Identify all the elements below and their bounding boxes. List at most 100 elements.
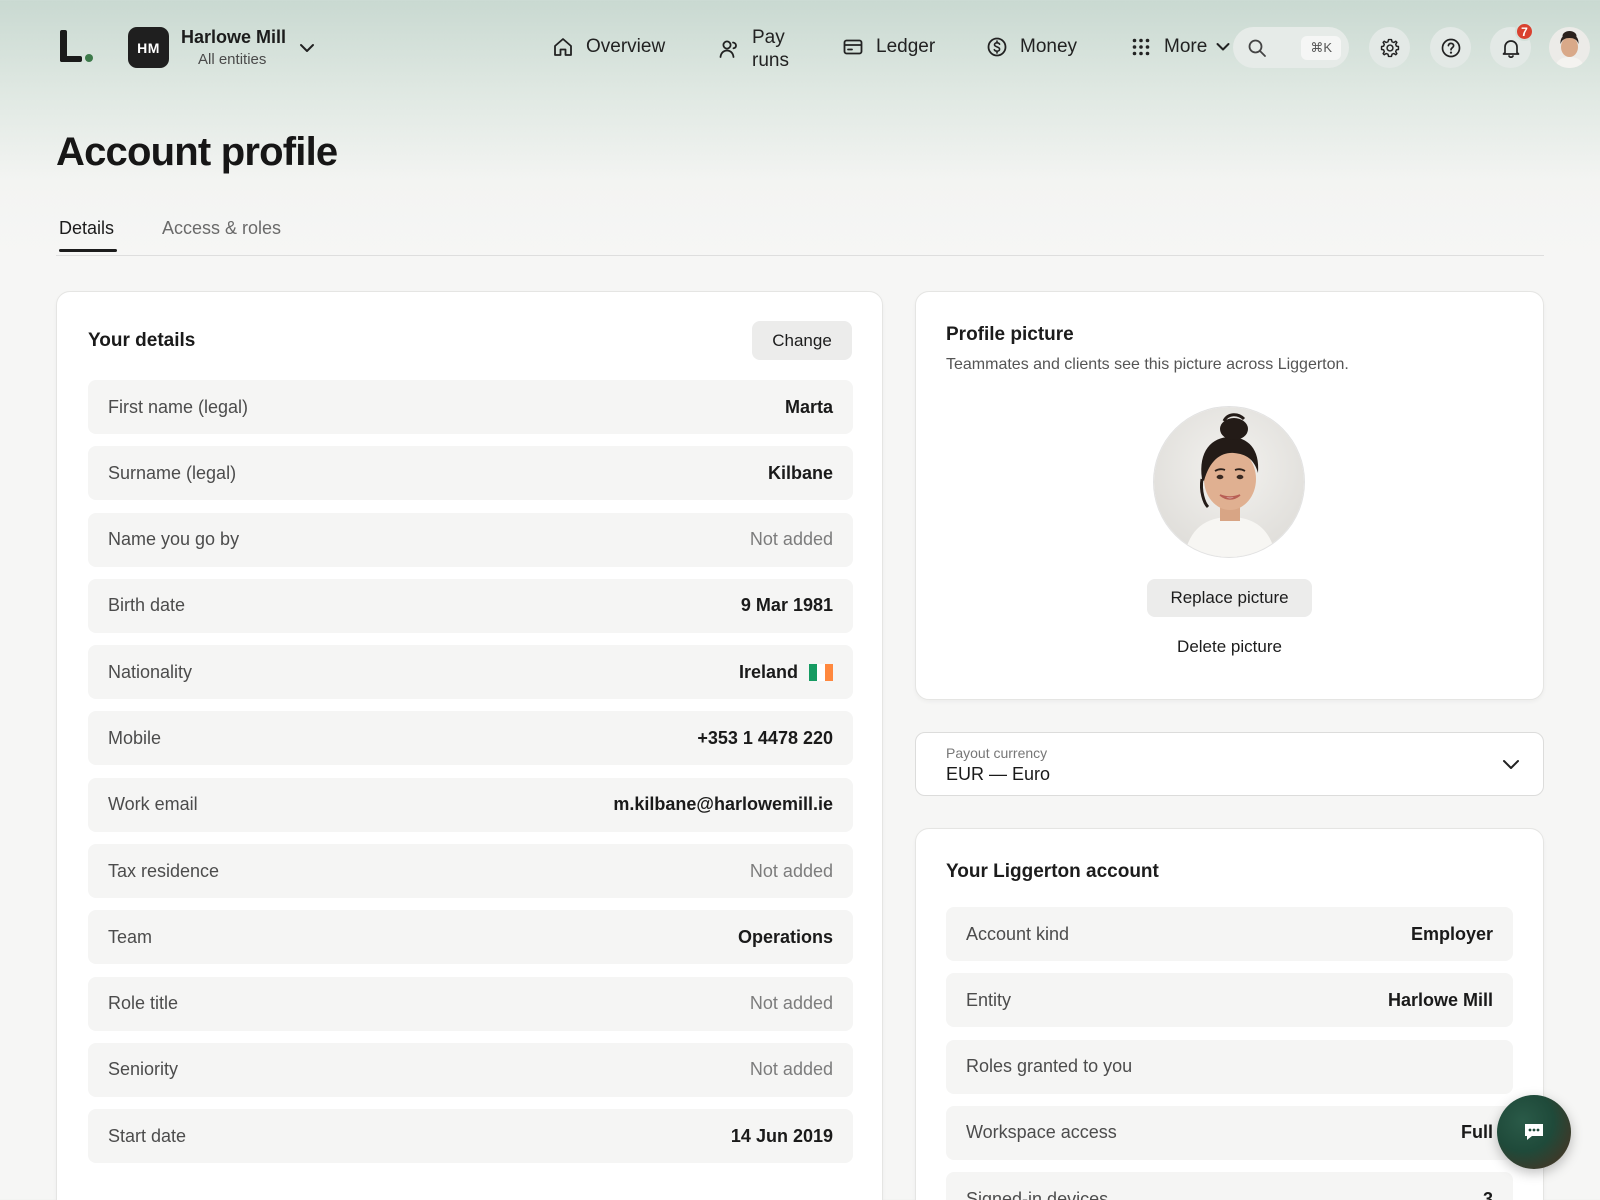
delete-picture-button[interactable]: Delete picture (1147, 637, 1312, 657)
account-list: Account kind Employer Entity Harlowe Mil… (946, 907, 1513, 1200)
detail-row-role-title: Role title Not added (88, 976, 853, 1031)
detail-value: m.kilbane@harlowemill.ie (613, 794, 833, 815)
question-circle-icon (1441, 38, 1460, 57)
card-icon (843, 39, 863, 55)
your-details-title: Your details (88, 330, 196, 351)
entity-initials-badge: HM (128, 27, 169, 68)
nav-money[interactable]: Money (986, 36, 1077, 58)
detail-value: +353 1 4478 220 (697, 727, 833, 748)
account-row-entity: Entity Harlowe Mill (946, 973, 1513, 1028)
tab-details[interactable]: Details (59, 218, 118, 252)
detail-label: Work email (108, 794, 198, 815)
entity-text: Harlowe Mill All entities (181, 27, 286, 68)
search-icon (1248, 39, 1266, 57)
detail-label: Nationality (108, 661, 193, 682)
notification-count-badge: 7 (1515, 22, 1534, 41)
detail-value: Not added (749, 529, 833, 550)
profile-picture-subtitle: Teammates and clients see this picture a… (946, 356, 1349, 373)
detail-row-birth-date: Birth date 9 Mar 1981 (88, 578, 853, 633)
detail-value: Operations (737, 926, 833, 947)
account-label: Entity (966, 989, 1012, 1010)
profile-tabs: Details Access & roles (56, 214, 1544, 256)
profile-photo (1154, 407, 1304, 557)
payout-currency-label: Payout currency (946, 745, 1048, 761)
profile-picture-avatar (1153, 406, 1305, 558)
account-label: Workspace access (966, 1122, 1117, 1143)
search-box[interactable]: ⌘K (1233, 27, 1349, 68)
profile-picture-title: Profile picture (946, 324, 1074, 345)
payout-currency-value: EUR — Euro (946, 764, 1051, 784)
nav-pay-runs-label: Pay runs (752, 26, 789, 72)
tab-access-roles[interactable]: Access & roles (162, 218, 281, 239)
entity-name: Harlowe Mill (181, 27, 287, 48)
chevron-down-icon (300, 43, 315, 52)
chat-button[interactable] (1497, 1095, 1571, 1169)
detail-value: Not added (749, 860, 833, 881)
user-photo (1549, 27, 1590, 68)
nav-ledger[interactable]: Ledger (842, 36, 935, 58)
ireland-flag-icon (809, 663, 833, 681)
nav-pay-runs-line1: Pay (752, 27, 785, 48)
detail-value: Not added (749, 1059, 833, 1080)
settings-button[interactable] (1369, 27, 1410, 68)
account-card-title: Your Liggerton account (946, 861, 1159, 882)
account-value: Employer (1410, 923, 1493, 944)
chevron-down-icon (1503, 760, 1519, 769)
detail-row-start-date: Start date 14 Jun 2019 (88, 1109, 853, 1164)
detail-row-first-name: First name (legal) Marta (88, 380, 853, 434)
house-icon (554, 38, 572, 56)
nav-pay-runs-line2: runs (752, 50, 789, 71)
liggerton-account-card: Your Liggerton account Account kind Empl… (915, 828, 1544, 1200)
account-row-devices[interactable]: Signed-in devices 3 (946, 1172, 1513, 1200)
search-shortcut: ⌘K (1301, 35, 1341, 60)
detail-row-work-email: Work email m.kilbane@harlowemill.ie (88, 777, 853, 832)
detail-row-mobile: Mobile +353 1 4478 220 (88, 711, 853, 766)
detail-label: Name you go by (108, 529, 240, 550)
detail-row-team: Team Operations (88, 910, 853, 965)
detail-row-tax-residence: Tax residence Not added (88, 844, 853, 899)
details-list: First name (legal) Marta Surname (legal)… (88, 380, 853, 1176)
account-row-roles[interactable]: Roles granted to you (946, 1039, 1513, 1094)
account-value: Harlowe Mill (1387, 989, 1493, 1010)
bell-icon (1502, 39, 1519, 58)
account-value: 3 (1482, 1188, 1493, 1200)
account-label: Signed-in devices (966, 1188, 1109, 1200)
detail-label: First name (legal) (108, 396, 249, 417)
notifications-button[interactable]: 7 (1490, 22, 1534, 68)
nav-more-label: More (1164, 36, 1208, 57)
nav-ledger-label: Ledger (876, 36, 936, 57)
chat-bubble-icon (1525, 1124, 1543, 1140)
detail-value: Kilbane (767, 462, 833, 483)
detail-label: Seniority (108, 1059, 179, 1080)
replace-picture-button[interactable]: Replace picture (1147, 579, 1312, 617)
account-row-workspace-access: Workspace access Full (946, 1105, 1513, 1160)
chevron-down-icon (1216, 43, 1230, 51)
help-button[interactable] (1430, 27, 1471, 68)
entity-switcher[interactable]: HM Harlowe Mill All entities (128, 27, 316, 68)
grid-dots-icon (1132, 38, 1150, 56)
detail-label: Surname (legal) (108, 462, 237, 483)
change-details-button[interactable]: Change (752, 321, 852, 360)
nationality-text: Ireland (738, 661, 798, 682)
detail-label: Birth date (108, 595, 186, 616)
nav-pay-runs[interactable]: Pay runs (718, 26, 789, 72)
top-navigation: HM Harlowe Mill All entities Overview Pa… (0, 0, 1600, 96)
detail-value-nationality: Ireland (739, 662, 833, 683)
account-row-kind: Account kind Employer (946, 907, 1513, 961)
nav-overview-label: Overview (586, 36, 666, 57)
logo-stroke-horizontal (60, 56, 82, 62)
nav-overview[interactable]: Overview (552, 36, 665, 58)
nav-more[interactable]: More (1130, 36, 1231, 58)
entity-scope: All entities (198, 50, 267, 68)
user-avatar[interactable] (1549, 27, 1590, 68)
payout-currency-select[interactable]: Payout currency EUR — Euro (915, 732, 1544, 796)
detail-value: 9 Mar 1981 (740, 595, 833, 616)
account-label: Roles granted to you (966, 1056, 1133, 1077)
account-value: Full (1461, 1122, 1493, 1143)
detail-label: Tax residence (108, 860, 220, 881)
app-logo[interactable] (58, 28, 94, 66)
detail-row-surname: Surname (legal) Kilbane (88, 446, 853, 501)
detail-row-preferred-name: Name you go by Not added (88, 512, 853, 567)
detail-row-nationality: Nationality Ireland (88, 645, 853, 700)
detail-row-seniority: Seniority Not added (88, 1042, 853, 1097)
